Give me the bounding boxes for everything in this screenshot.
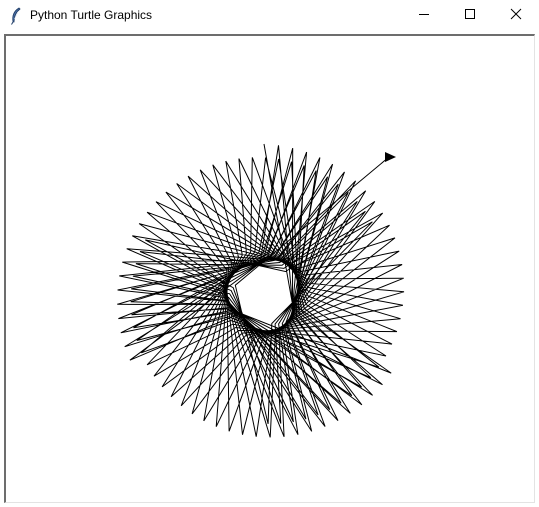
minimize-icon: [418, 7, 430, 25]
turtle-arrow-icon: [385, 152, 396, 162]
turtle-drawing: [117, 143, 405, 438]
turtle-canvas[interactable]: [4, 34, 535, 503]
close-button[interactable]: [493, 0, 539, 32]
maximize-icon: [464, 7, 476, 25]
minimize-button[interactable]: [401, 0, 447, 32]
feather-icon: [8, 7, 24, 25]
maximize-button[interactable]: [447, 0, 493, 32]
window-title: Python Turtle Graphics: [30, 8, 153, 22]
title-bar[interactable]: Python Turtle Graphics: [0, 0, 539, 32]
spiral-star-path: [117, 143, 405, 438]
turtle-window: Python Turtle Graphics: [0, 0, 539, 507]
close-icon: [510, 7, 522, 25]
